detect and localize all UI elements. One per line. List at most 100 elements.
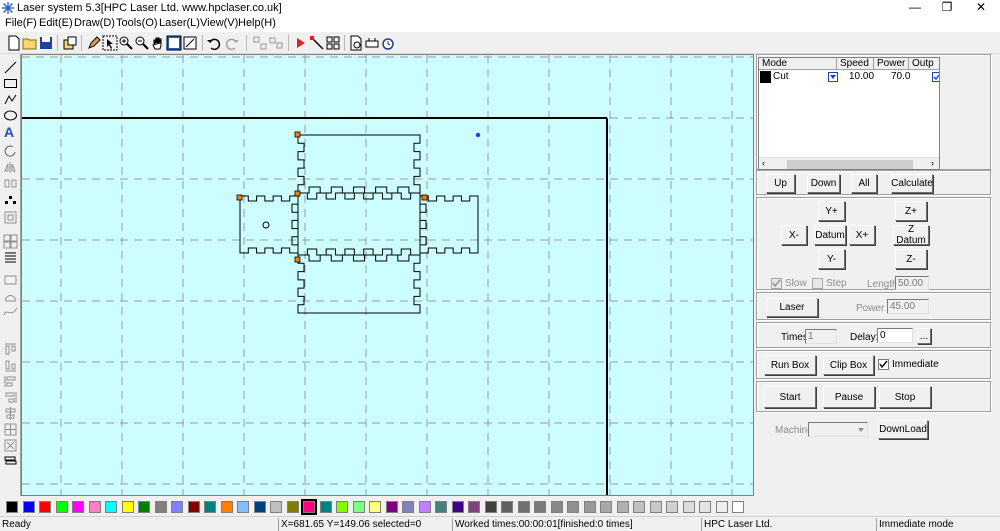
datum-button[interactable]: Datum xyxy=(814,225,846,245)
palette-swatch[interactable] xyxy=(633,501,645,513)
palette-swatch[interactable] xyxy=(583,501,596,513)
slow-checkbox[interactable] xyxy=(771,278,782,289)
palette-swatch[interactable] xyxy=(484,501,497,513)
jog-x-minus-button[interactable]: X- xyxy=(781,225,807,245)
palette-swatch[interactable] xyxy=(204,501,216,513)
palette-swatch[interactable] xyxy=(352,501,365,513)
menu-file[interactable]: File(F) xyxy=(5,17,37,29)
group-icon[interactable] xyxy=(3,210,18,225)
palette-swatch[interactable] xyxy=(385,501,398,513)
selection-handle[interactable] xyxy=(294,256,301,263)
layer-up-button[interactable]: Up xyxy=(766,174,795,193)
jog-x-plus-button[interactable]: X+ xyxy=(849,225,875,245)
minimize-button[interactable]: — xyxy=(900,0,930,16)
selection-handle[interactable] xyxy=(294,190,301,197)
delay-more-button[interactable]: ... xyxy=(917,328,931,344)
select-pointer-icon[interactable] xyxy=(102,35,118,51)
start-button[interactable]: Start xyxy=(764,386,816,408)
undo-icon[interactable] xyxy=(206,35,222,51)
align-icon[interactable] xyxy=(252,35,268,51)
download-button[interactable]: DownLoad xyxy=(878,420,928,439)
jog-z-plus-button[interactable]: Z+ xyxy=(895,201,927,221)
palette-swatch[interactable] xyxy=(39,501,51,513)
scrollbar-thumb[interactable] xyxy=(787,160,913,169)
menu-edit[interactable]: Edit(E) xyxy=(39,17,73,29)
node-edit-icon[interactable] xyxy=(3,192,18,207)
pan-hand-icon[interactable] xyxy=(150,35,166,51)
selection-handle[interactable] xyxy=(236,194,243,201)
length-field[interactable]: 50.00 xyxy=(895,276,929,290)
box-panel[interactable] xyxy=(419,195,479,254)
polyline-tool-icon[interactable] xyxy=(3,92,18,107)
save-icon[interactable] xyxy=(38,35,54,51)
machine-settings-icon[interactable] xyxy=(364,35,380,51)
palette-swatch[interactable] xyxy=(616,501,629,513)
drawing-canvas[interactable] xyxy=(21,54,754,496)
box-panel[interactable] xyxy=(297,254,421,314)
new-file-icon[interactable] xyxy=(6,35,22,51)
box-design[interactable] xyxy=(239,134,479,314)
scroll-right-icon[interactable]: › xyxy=(931,158,934,168)
output-checkbox-icon[interactable] xyxy=(932,72,940,82)
palette-swatch[interactable] xyxy=(6,501,18,513)
calculate-button[interactable]: Calculate xyxy=(891,174,933,193)
mode-dropdown-icon[interactable] xyxy=(828,72,838,82)
menu-view[interactable]: View(V) xyxy=(200,17,238,29)
palette-swatch[interactable] xyxy=(154,501,167,513)
palette-swatch[interactable] xyxy=(567,501,579,513)
palette-swatch[interactable] xyxy=(501,501,513,513)
box-panel[interactable] xyxy=(297,134,421,194)
clip-box-button[interactable]: Clip Box xyxy=(823,355,874,375)
machine-select[interactable] xyxy=(808,422,868,437)
set-origin-icon[interactable] xyxy=(309,35,325,51)
same-size-icon[interactable] xyxy=(3,438,18,453)
layer-down-button[interactable]: Down xyxy=(807,174,840,193)
scroll-left-icon[interactable]: ‹ xyxy=(762,158,765,168)
column-header-power[interactable]: Power xyxy=(874,58,909,70)
power-field[interactable]: 45.00 xyxy=(887,299,929,314)
laser-fire-button[interactable]: Laser xyxy=(766,298,818,317)
menu-help[interactable]: Help(H) xyxy=(238,17,276,29)
grid-array-icon[interactable] xyxy=(3,234,18,249)
smooth-curve-icon[interactable] xyxy=(3,304,18,319)
immediate-checkbox[interactable] xyxy=(878,359,889,370)
palette-swatch[interactable] xyxy=(682,501,695,513)
palette-swatch[interactable] xyxy=(435,501,447,513)
alarm-icon[interactable] xyxy=(380,35,396,51)
maximize-button[interactable]: ❐ xyxy=(932,0,962,16)
horizontal-scrollbar[interactable]: ‹ › xyxy=(759,157,939,169)
palette-swatch[interactable] xyxy=(336,501,348,513)
palette-swatch[interactable] xyxy=(121,501,134,513)
palette-swatch[interactable] xyxy=(171,501,183,513)
palette-swatch[interactable] xyxy=(22,501,35,513)
fill-icon[interactable] xyxy=(3,250,18,265)
palette-swatch[interactable] xyxy=(319,501,332,513)
palette-swatch[interactable] xyxy=(402,501,414,513)
preview-icon[interactable] xyxy=(348,35,364,51)
rectangle-tool-icon[interactable] xyxy=(3,76,18,91)
pause-button[interactable]: Pause xyxy=(823,386,875,408)
rotate-tool-icon[interactable] xyxy=(3,144,18,159)
zoom-in-icon[interactable] xyxy=(118,35,134,51)
menu-tools[interactable]: Tools(O) xyxy=(116,17,158,29)
palette-swatch[interactable] xyxy=(699,501,711,513)
selection-handles[interactable] xyxy=(236,131,428,263)
palette-swatch[interactable] xyxy=(369,501,381,513)
pen-icon[interactable] xyxy=(86,35,102,51)
align-left-icon[interactable] xyxy=(3,374,18,389)
palette-swatch[interactable] xyxy=(286,501,299,513)
close-button[interactable]: ✕ xyxy=(966,0,996,16)
jog-z-minus-button[interactable]: Z- xyxy=(895,249,927,269)
zoom-fit-icon[interactable] xyxy=(182,35,198,51)
times-field[interactable]: 1 xyxy=(805,329,837,344)
selection-handle[interactable] xyxy=(421,194,428,201)
zoom-page-icon[interactable] xyxy=(166,35,182,51)
stop-button[interactable]: Stop xyxy=(879,386,931,408)
z-datum-button[interactable]: Z Datum xyxy=(893,224,929,246)
palette-swatch[interactable] xyxy=(418,501,431,513)
open-folder-icon[interactable] xyxy=(22,35,38,51)
delay-field[interactable]: 0 xyxy=(877,328,913,343)
box-panel[interactable] xyxy=(297,192,421,256)
ellipse-tool-icon[interactable] xyxy=(3,108,18,123)
palette-swatch[interactable] xyxy=(550,501,563,513)
